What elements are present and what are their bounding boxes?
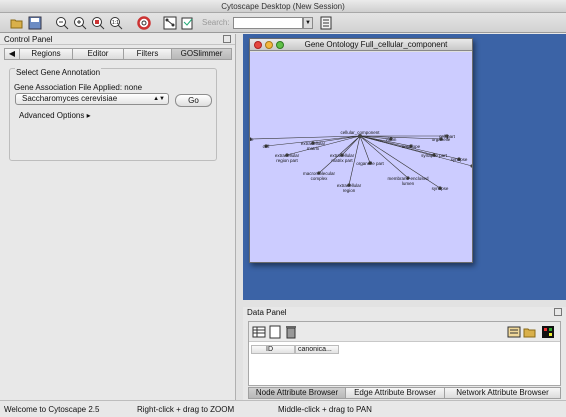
float-panel-icon[interactable] xyxy=(554,308,562,316)
zoom-in-icon[interactable] xyxy=(72,15,87,30)
network-window-title: Gene Ontology Full_cellular_component xyxy=(304,40,448,49)
control-panel-title: Control Panel xyxy=(4,35,53,44)
zoom-fit-icon[interactable]: 1:1 xyxy=(108,15,123,30)
search-dropdown-button[interactable]: ▼ xyxy=(303,17,313,29)
data-panel: Data Panel ID canonica... Node Attribute… xyxy=(243,307,566,400)
association-file-label: Gene Association File Applied: none xyxy=(14,83,143,92)
disclosure-triangle-icon: ▸ xyxy=(86,111,91,120)
tab-editor[interactable]: Editor xyxy=(73,48,124,60)
network-window-titlebar[interactable]: Gene Ontology Full_cellular_component xyxy=(250,39,472,51)
heatmap-icon[interactable] xyxy=(541,325,555,339)
tab-filters[interactable]: Filters xyxy=(124,48,172,60)
lifebuoy-icon[interactable] xyxy=(136,15,151,30)
node-label[interactable]: matrix xyxy=(307,146,320,151)
node-label[interactable]: envelope xyxy=(402,144,421,149)
node-label[interactable]: lumen xyxy=(402,181,415,186)
attribute-browser: ID canonica... xyxy=(248,321,561,386)
search-label: Search: xyxy=(202,18,230,27)
network-canvas[interactable]: sitecellextracellularregion partextracel… xyxy=(250,52,472,262)
node-label[interactable]: synapse part xyxy=(421,153,448,158)
node-label[interactable]: organelle part xyxy=(356,161,384,166)
node-label[interactable]: virion xyxy=(386,137,397,142)
tab-node-attribute-browser[interactable]: Node Attribute Browser xyxy=(248,387,346,399)
data-panel-header: Data Panel xyxy=(243,307,566,318)
status-pan-hint: Middle-click + drag to PAN xyxy=(278,405,372,414)
tab-edge-attribute-browser[interactable]: Edge Attribute Browser xyxy=(346,387,445,399)
advanced-options-toggle[interactable]: Advanced Options ▸ xyxy=(19,111,91,120)
organism-select[interactable]: Saccharomyces cerevisiae ▲▼ xyxy=(15,93,169,105)
zoom-icon[interactable] xyxy=(276,41,284,49)
network-new-icon[interactable] xyxy=(162,15,177,30)
float-panel-icon[interactable] xyxy=(223,35,231,43)
data-panel-title: Data Panel xyxy=(247,308,287,317)
organism-select-value: Saccharomyces cerevisiae xyxy=(22,94,118,103)
window-titlebar: Cytoscape Desktop (New Session) xyxy=(0,0,566,13)
status-bar: Welcome to Cytoscape 2.5 Right-click + d… xyxy=(0,400,566,417)
node-label[interactable]: cell part xyxy=(439,134,456,139)
open-folder-icon[interactable] xyxy=(523,325,537,339)
data-panel-tabs: Node Attribute Browser Edge Attribute Br… xyxy=(248,387,561,399)
control-panel: Control Panel ◀ Regions Editor Filters G… xyxy=(0,34,236,400)
minimize-icon[interactable] xyxy=(265,41,273,49)
network-edit-icon[interactable] xyxy=(180,15,195,30)
network-node[interactable] xyxy=(470,164,472,168)
column-header-canonical[interactable]: canonica... xyxy=(295,345,339,354)
network-graph[interactable]: sitecellextracellularregion partextracel… xyxy=(250,52,472,262)
node-label[interactable]: region part xyxy=(276,158,298,163)
search-options-icon[interactable] xyxy=(318,15,333,30)
network-window[interactable]: Gene Ontology Full_cellular_component si… xyxy=(249,38,473,263)
status-welcome: Welcome to Cytoscape 2.5 xyxy=(4,405,100,414)
status-zoom-hint: Right-click + drag to ZOOM xyxy=(137,405,235,414)
node-label[interactable]: synapse xyxy=(432,186,449,191)
tab-goslimmer[interactable]: GOSlimmer xyxy=(172,48,232,60)
advanced-options-label: Advanced Options xyxy=(19,111,85,120)
node-label[interactable]: matrix part xyxy=(331,158,353,163)
table-select-icon[interactable] xyxy=(252,325,266,339)
trash-icon[interactable] xyxy=(284,325,298,339)
window-title: Cytoscape Desktop (New Session) xyxy=(221,2,345,11)
search-input[interactable] xyxy=(233,17,303,29)
node-label[interactable]: complex xyxy=(311,176,329,181)
tab-scroll-left[interactable]: ◀ xyxy=(4,48,20,60)
gene-annotation-group: Select Gene Annotation Gene Association … xyxy=(9,68,217,161)
vertical-splitter[interactable] xyxy=(236,34,243,400)
svg-text:1:1: 1:1 xyxy=(112,20,119,26)
zoom-selected-icon[interactable] xyxy=(90,15,105,30)
open-icon[interactable] xyxy=(9,15,24,30)
root-node-label[interactable]: cellular_component xyxy=(340,130,380,135)
attribute-toolbar xyxy=(249,322,560,342)
new-attribute-icon[interactable] xyxy=(268,325,282,339)
tab-network-attribute-browser[interactable]: Network Attribute Browser xyxy=(445,387,561,399)
chevron-updown-icon: ▲▼ xyxy=(153,96,165,102)
import-attributes-icon[interactable] xyxy=(507,325,521,339)
zoom-out-icon[interactable] xyxy=(54,15,69,30)
node-label[interactable]: site xyxy=(250,137,254,142)
close-icon[interactable] xyxy=(254,41,262,49)
group-title: Select Gene Annotation xyxy=(15,68,102,77)
horizontal-splitter[interactable] xyxy=(243,300,566,307)
control-panel-header: Control Panel xyxy=(0,34,235,45)
node-label[interactable]: synapse xyxy=(451,157,468,162)
go-button[interactable]: Go xyxy=(175,94,212,107)
main-toolbar: 1:1 Search: ▼ xyxy=(0,13,566,33)
save-icon[interactable] xyxy=(27,15,42,30)
node-label[interactable]: region xyxy=(343,188,356,193)
tab-regions[interactable]: Regions xyxy=(20,48,73,60)
node-label[interactable]: cell xyxy=(263,144,270,149)
control-panel-tabs: ◀ Regions Editor Filters GOSlimmer xyxy=(4,48,232,60)
column-header-id[interactable]: ID xyxy=(251,345,295,354)
